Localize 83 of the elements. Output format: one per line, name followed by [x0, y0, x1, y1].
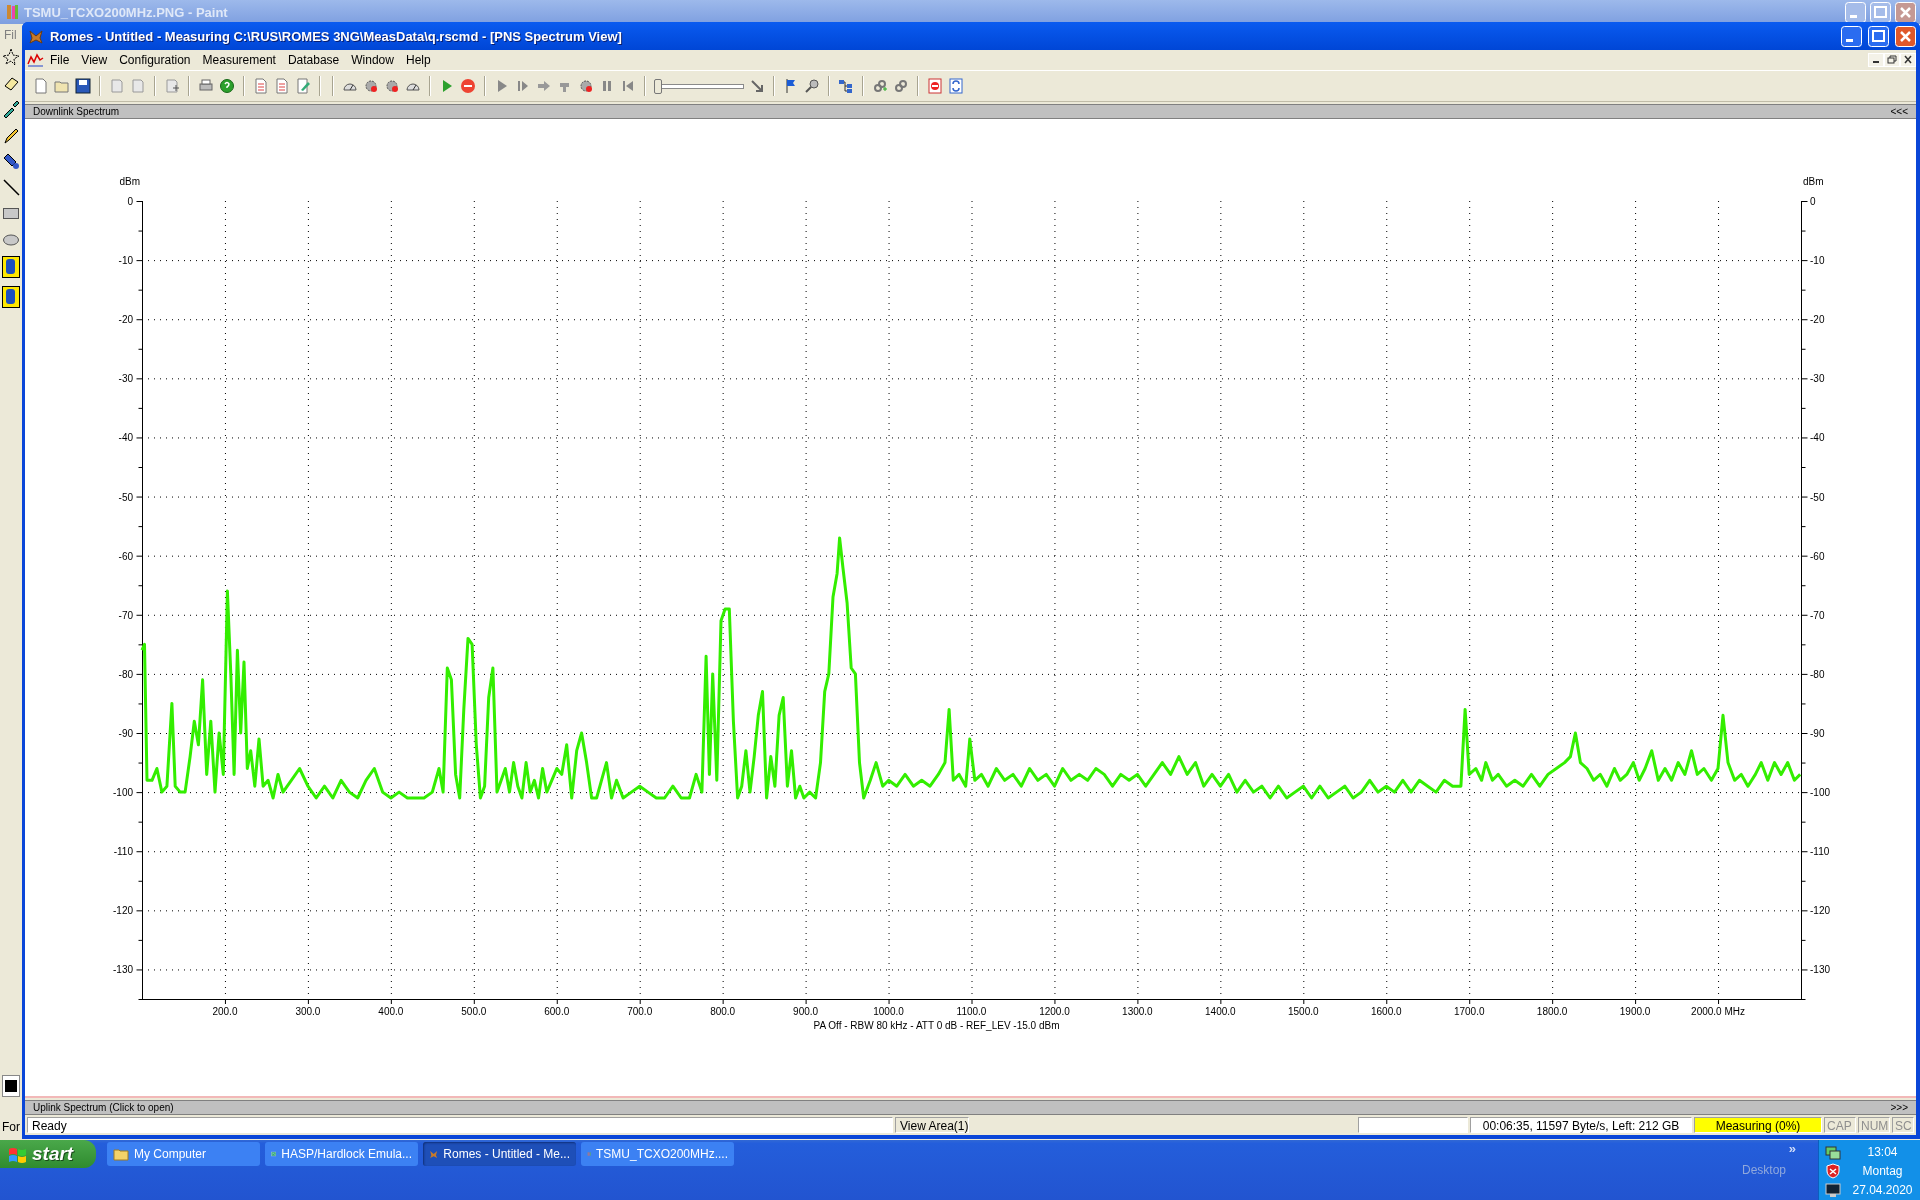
y-tick-label: -30 — [118, 373, 133, 385]
x-tick-label: 1000.0 — [873, 1006, 904, 1017]
menu-item[interactable]: Window — [345, 51, 400, 69]
x-tick-label: 1300.0 — [1122, 1006, 1153, 1017]
taskbar-button[interactable]: My Computer — [107, 1142, 260, 1166]
menu-item[interactable]: Help — [399, 51, 437, 69]
status-text: View Area(1) — [895, 1117, 969, 1133]
menu-item[interactable]: View — [75, 51, 114, 69]
panel-header[interactable]: Downlink Spectrum <<< — [25, 104, 1916, 119]
toolbar-label: Desktop — [1742, 1163, 1787, 1177]
status-text: Measuring (0%) — [1694, 1117, 1822, 1133]
y-tick-label: -60 — [118, 550, 133, 562]
menu-item[interactable]: File — [44, 51, 76, 69]
status-text: Ready — [27, 1117, 893, 1133]
y-tick-label: -40 — [118, 432, 133, 444]
y-tick-label: -130 — [113, 964, 133, 976]
axis-unit: dBm — [1803, 176, 1824, 187]
y-tick-label: -40 — [1810, 432, 1825, 444]
chevron-button[interactable]: » — [1788, 1141, 1796, 1156]
x-tick-label: 1700.0 — [1453, 1006, 1485, 1017]
toggle-text[interactable]: <<< — [1890, 106, 1908, 117]
status-indicator: SC — [1892, 1117, 1914, 1133]
status-text: For — [2, 1120, 20, 1134]
axis-title: PA Off - RBW 80 kHz - ATT 0 dB - REF_LEV -15.0 dBm — [813, 1020, 1060, 1031]
panel-header[interactable]: Uplink Spectrum (Click to open) >>> — [25, 1100, 1916, 1115]
y-tick-label: -60 — [1810, 550, 1825, 562]
panel-title: Downlink Spectrum — [33, 106, 121, 117]
window-title: Romes - Untitled - Measuring C:\RUS\ROMES 3NG\MeasData\q.rscmd - [PNS Spectrum View] — [50, 28, 623, 44]
menu-item[interactable]: Measurement — [196, 51, 282, 69]
y-tick-label: -70 — [1810, 609, 1825, 621]
status-indicator: NUM — [1858, 1117, 1890, 1133]
y-tick-label: -10 — [118, 255, 133, 267]
y-tick-label: -100 — [1810, 787, 1830, 799]
y-tick-label: -90 — [118, 728, 133, 739]
x-tick-label: 700.0 — [627, 1006, 653, 1017]
y-tick-label: -100 — [113, 787, 133, 799]
status-text: 00:06:35, 11597 Byte/s, Left: 212 GB — [1470, 1117, 1692, 1133]
clock-time: 13:04 — [1866, 1145, 1899, 1159]
y-tick-label: 0 — [1810, 196, 1816, 207]
panel-title: Uplink Spectrum (Click to open) — [33, 1102, 175, 1113]
y-tick-label: -130 — [1810, 964, 1830, 976]
y-tick-label: -110 — [113, 846, 133, 858]
taskbar-button[interactable]: HASP/Hardlock Emula... — [265, 1142, 418, 1166]
x-tick-label: 600.0 — [544, 1006, 570, 1017]
taskbar-button[interactable]: Romes - Untitled - Me... — [423, 1142, 576, 1166]
y-tick-label: 0 — [127, 196, 133, 207]
x-tick-label: 500.0 — [461, 1006, 487, 1017]
x-tick-label: 2000.0 MHz — [1691, 1006, 1745, 1017]
y-tick-label: -90 — [1810, 728, 1825, 739]
start-button[interactable]: start — [0, 1140, 96, 1168]
x-tick-label: 1200.0 — [1039, 1006, 1070, 1017]
y-tick-label: -70 — [118, 609, 133, 621]
x-tick-label: 1100.0 — [956, 1006, 987, 1017]
y-tick-label: -120 — [113, 905, 133, 917]
x-tick-label: 800.0 — [710, 1006, 736, 1017]
y-tick-label: -50 — [118, 491, 133, 503]
x-tick-label: 300.0 — [295, 1006, 321, 1017]
y-tick-label: -110 — [1810, 846, 1830, 858]
toggle-text[interactable]: >>> — [1890, 1102, 1908, 1113]
taskbar-button[interactable]: TSMU_TCXO200MHz.... — [581, 1142, 734, 1166]
y-tick-label: -20 — [1810, 314, 1825, 326]
clock-date: 27.04.2020 — [1851, 1183, 1914, 1197]
x-tick-label: 1900.0 — [1619, 1006, 1651, 1017]
x-tick-label: 900.0 — [793, 1006, 819, 1017]
axis-unit: dBm — [119, 176, 140, 187]
x-tick-label: 1500.0 — [1288, 1006, 1319, 1017]
x-tick-label: 400.0 — [378, 1006, 404, 1017]
x-tick-label: 1600.0 — [1370, 1006, 1402, 1017]
y-tick-label: -80 — [1810, 668, 1825, 680]
y-tick-label: -20 — [118, 314, 133, 326]
menu-item[interactable]: Database — [281, 51, 346, 69]
y-tick-label: -30 — [1810, 373, 1825, 385]
clock-day: Montag — [1845, 1164, 1920, 1178]
y-tick-label: -50 — [1810, 491, 1825, 503]
y-tick-label: -80 — [118, 668, 133, 680]
y-tick-label: -10 — [1810, 255, 1825, 267]
x-tick-label: 1800.0 — [1536, 1006, 1568, 1017]
window-title: TSMU_TCXO200MHz.PNG - Paint — [24, 4, 229, 20]
menu-item[interactable]: Configuration — [113, 51, 197, 69]
status-indicator: CAP — [1824, 1117, 1856, 1133]
x-tick-label: 1400.0 — [1205, 1006, 1236, 1017]
x-tick-label: 200.0 — [212, 1006, 238, 1017]
y-tick-label: -120 — [1810, 905, 1830, 917]
